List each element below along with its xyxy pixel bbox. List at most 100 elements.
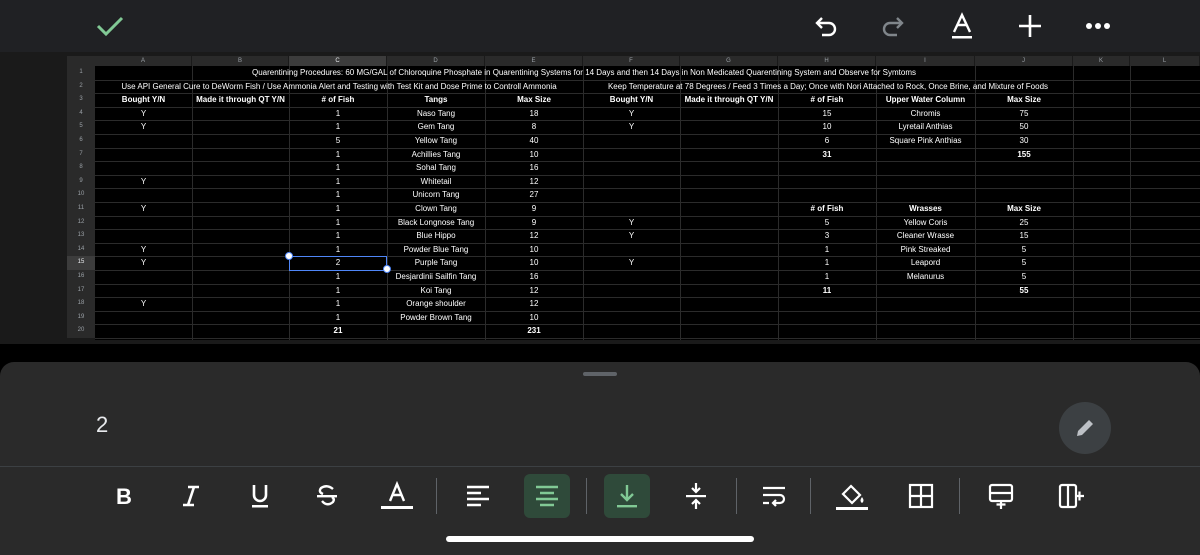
cell[interactable]: 1 — [289, 270, 387, 284]
cell[interactable]: Desjardinii Sailfin Tang — [387, 270, 485, 284]
align-center-button[interactable] — [524, 474, 570, 518]
cell[interactable]: Y — [583, 216, 680, 230]
cell[interactable]: Sohal Tang — [387, 161, 485, 175]
cell[interactable]: Whitetail — [387, 175, 485, 189]
cell[interactable]: 5 — [778, 216, 876, 230]
cell[interactable]: Use API General Cure to DeWorm Fish / Us… — [95, 80, 583, 94]
wrap-text-button[interactable] — [751, 474, 797, 518]
column-header-c[interactable]: C — [289, 56, 386, 66]
column-header-d[interactable]: D — [387, 56, 484, 66]
column-header-g[interactable]: G — [680, 56, 777, 66]
cell[interactable]: 1 — [778, 243, 876, 257]
column-header-j[interactable]: J — [975, 56, 1072, 66]
cell[interactable]: 1 — [289, 284, 387, 298]
cell[interactable]: 1 — [778, 270, 876, 284]
cell[interactable]: Square Pink Anthias — [876, 134, 975, 148]
cell[interactable]: Yellow Coris — [876, 216, 975, 230]
row-header-16[interactable]: 16 — [67, 270, 95, 284]
cell[interactable]: 1 — [289, 161, 387, 175]
formula-input[interactable]: 2 — [96, 412, 108, 438]
column-header-f[interactable]: F — [583, 56, 679, 66]
row-header-3[interactable]: 3 — [67, 93, 95, 107]
cell[interactable]: 27 — [485, 188, 583, 202]
cell[interactable]: Y — [95, 202, 192, 216]
row-header-10[interactable]: 10 — [67, 188, 95, 202]
cell[interactable]: Black Longnose Tang — [387, 216, 485, 230]
cell[interactable]: Achillies Tang — [387, 148, 485, 162]
more-icon[interactable] — [1080, 8, 1116, 44]
cell[interactable]: Blue Hippo — [387, 229, 485, 243]
row-header-17[interactable]: 17 — [67, 283, 95, 298]
cell-selection[interactable] — [289, 256, 387, 271]
underline-button[interactable] — [237, 474, 283, 518]
cell[interactable]: 5 — [975, 270, 1073, 284]
cell[interactable]: Upper Water Column — [876, 93, 975, 107]
cell[interactable]: 10 — [485, 243, 583, 257]
cell[interactable]: Made it through QT Y/N — [192, 93, 289, 107]
cell[interactable]: Y — [583, 229, 680, 243]
cell[interactable]: Made it through QT Y/N — [680, 93, 778, 107]
strikethrough-button[interactable] — [304, 474, 350, 518]
row-header-13[interactable]: 13 — [67, 229, 95, 243]
cell-grid[interactable]: Quarentining Procedures: 60 MG/GAL of Ch… — [95, 66, 1200, 340]
cell[interactable]: Purple Tang — [387, 256, 485, 270]
valign-middle-button[interactable] — [673, 474, 719, 518]
row-header-15[interactable]: 15 — [67, 256, 95, 270]
cell[interactable]: 5 — [975, 256, 1073, 270]
cell[interactable]: 1 — [289, 216, 387, 230]
cell[interactable]: Y — [95, 120, 192, 134]
cell[interactable]: 9 — [485, 216, 583, 230]
checkmark-icon[interactable] — [92, 8, 128, 44]
cell[interactable]: Y — [95, 297, 192, 311]
cell[interactable]: 5 — [975, 243, 1073, 257]
cell[interactable]: 16 — [485, 270, 583, 284]
row-header-4[interactable]: 4 — [67, 106, 95, 121]
cell[interactable]: Y — [95, 175, 192, 189]
cell[interactable]: 5 — [289, 134, 387, 148]
edit-button[interactable] — [1059, 402, 1111, 454]
column-header-k[interactable]: K — [1073, 56, 1129, 66]
cell[interactable]: 1 — [289, 243, 387, 257]
insert-column-button[interactable] — [1048, 474, 1094, 518]
cell[interactable]: 10 — [485, 256, 583, 270]
cell[interactable]: 1 — [289, 175, 387, 189]
cell[interactable]: 10 — [778, 120, 876, 134]
column-header-b[interactable]: B — [192, 56, 288, 66]
cell[interactable]: Chromis — [876, 107, 975, 121]
row-header-1[interactable]: 1 — [67, 66, 95, 80]
cell[interactable]: 25 — [975, 216, 1073, 230]
cell[interactable]: 1 — [289, 107, 387, 121]
cell[interactable]: 50 — [975, 120, 1073, 134]
cell[interactable]: 55 — [975, 284, 1073, 298]
cell[interactable]: 1 — [289, 297, 387, 311]
panel-drag-handle[interactable] — [583, 372, 617, 376]
row-header-12[interactable]: 12 — [67, 215, 95, 230]
home-indicator[interactable] — [446, 536, 754, 542]
row-header-20[interactable]: 20 — [67, 324, 95, 338]
undo-icon[interactable] — [808, 8, 844, 44]
cell[interactable]: Y — [583, 120, 680, 134]
cell[interactable]: Powder Blue Tang — [387, 243, 485, 257]
cell[interactable]: 12 — [485, 175, 583, 189]
row-header-5[interactable]: 5 — [67, 120, 95, 134]
cell[interactable]: Y — [95, 243, 192, 257]
column-header-l[interactable]: L — [1130, 56, 1199, 66]
cell[interactable]: Y — [95, 107, 192, 121]
cell[interactable]: 1 — [778, 256, 876, 270]
cell[interactable]: 12 — [485, 229, 583, 243]
cell[interactable]: Yellow Tang — [387, 134, 485, 148]
cell[interactable]: # of Fish — [778, 202, 876, 216]
cell[interactable]: 1 — [289, 148, 387, 162]
text-format-icon[interactable] — [944, 8, 980, 44]
cell[interactable]: Max Size — [485, 93, 583, 107]
cell[interactable]: Y — [95, 256, 192, 270]
cell[interactable]: Tangs — [387, 93, 485, 107]
cell[interactable]: Max Size — [975, 202, 1073, 216]
redo-icon[interactable] — [875, 8, 911, 44]
valign-bottom-button[interactable] — [604, 474, 650, 518]
cell[interactable]: 21 — [289, 324, 387, 338]
row-header-8[interactable]: 8 — [67, 161, 95, 175]
cell[interactable]: Wrasses — [876, 202, 975, 216]
borders-button[interactable] — [898, 474, 944, 518]
cell[interactable]: 3 — [778, 229, 876, 243]
